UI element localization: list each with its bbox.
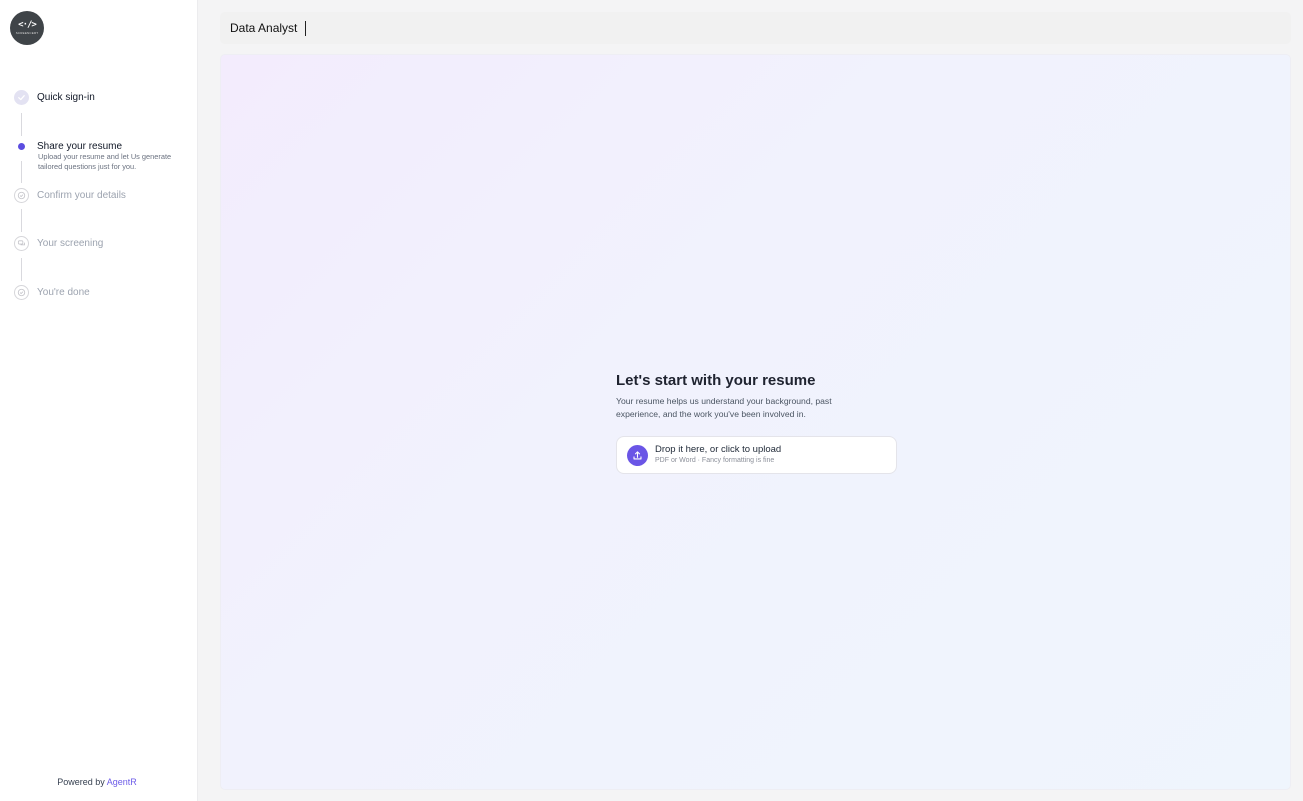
- upload-icon: [627, 444, 648, 466]
- logo-text: SCREENCERT: [15, 31, 39, 35]
- logo-glyph: <·/>: [18, 20, 37, 30]
- job-title-bar[interactable]: Data Analyst: [220, 12, 1291, 44]
- step-description: Upload your resume and let Us generate t…: [38, 152, 172, 171]
- step-label: Your screening: [37, 238, 104, 249]
- upload-texts: Drop it here, or click to upload PDF or …: [655, 444, 781, 466]
- powered-prefix: Powered by: [57, 777, 105, 787]
- step-connector: [21, 258, 22, 281]
- upload-hint: PDF or Word · Fancy formatting is fine: [655, 457, 775, 464]
- step-label: Quick sign-in: [37, 92, 95, 103]
- main-panel: Let's start with your resume Your resume…: [220, 54, 1291, 790]
- company-logo[interactable]: <·/> SCREENCERT: [10, 11, 44, 45]
- text-caret: [305, 20, 307, 36]
- step-connector: [21, 209, 22, 232]
- step-connector: [21, 161, 22, 183]
- step-label: You're done: [37, 287, 90, 298]
- powered-by: Powered by AgentR: [0, 777, 194, 787]
- step-label: Confirm your details: [37, 190, 126, 201]
- check-circle-icon: [14, 188, 29, 203]
- job-title: Data Analyst: [230, 21, 298, 35]
- active-dot-icon: [14, 139, 29, 154]
- chat-icon: [14, 236, 29, 251]
- resume-upload-dropzone[interactable]: Drop it here, or click to upload PDF or …: [616, 436, 897, 474]
- step-connector: [21, 113, 22, 136]
- page-title: Let's start with your resume: [616, 372, 816, 389]
- upload-title: Drop it here, or click to upload: [655, 444, 782, 455]
- powered-brand-link[interactable]: AgentR: [107, 777, 137, 787]
- resume-intro: Let's start with your resume Your resume…: [616, 371, 906, 420]
- check-circle-icon: [14, 285, 29, 300]
- sidebar: <·/> SCREENCERT Quick sign-in Share your…: [0, 0, 198, 801]
- check-icon: [14, 90, 29, 105]
- page-subtitle: Your resume helps us understand your bac…: [616, 396, 832, 419]
